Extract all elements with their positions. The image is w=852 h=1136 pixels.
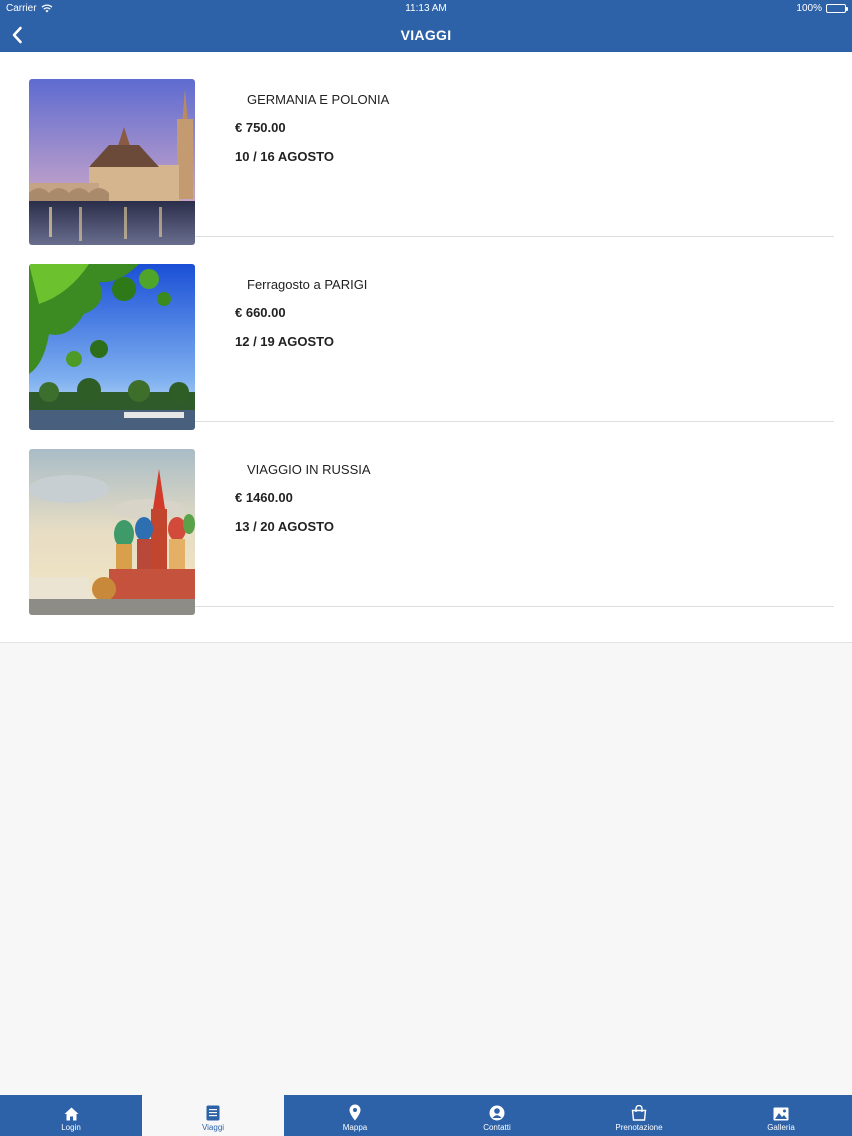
image-icon	[773, 1107, 789, 1121]
trip-image-parigi	[29, 264, 195, 430]
trip-item-germania[interactable]: GERMANIA E POLONIA € 750.00 10 / 16 AGOS…	[29, 52, 834, 245]
shopping-bag-icon	[631, 1105, 647, 1121]
top-bar: Carrier 11:13 AM 100% VIAGGI	[0, 0, 852, 52]
tab-contatti[interactable]: Contatti	[426, 1095, 568, 1136]
battery-icon	[826, 4, 848, 13]
trip-dates: 12 / 19 AGOSTO	[235, 334, 334, 349]
trip-price: € 750.00	[235, 120, 286, 135]
trip-item-russia[interactable]: VIAGGIO IN RUSSIA € 1460.00 13 / 20 AGOS…	[29, 422, 834, 615]
tab-bar: Login Viaggi Mappa Contatti Prenotazione…	[0, 1095, 852, 1136]
trip-image-russia	[29, 449, 195, 615]
trip-name: VIAGGIO IN RUSSIA	[247, 462, 371, 477]
battery-label: 100%	[796, 3, 822, 14]
tab-login[interactable]: Login	[0, 1095, 142, 1136]
status-time: 11:13 AM	[405, 3, 447, 14]
page-title: VIAGGI	[400, 27, 452, 43]
trip-name: Ferragosto a PARIGI	[247, 277, 368, 292]
map-pin-icon	[349, 1104, 361, 1121]
tab-label: Viaggi	[201, 1123, 225, 1132]
tab-label: Prenotazione	[615, 1123, 663, 1132]
navigation-bar: VIAGGI	[0, 18, 852, 52]
battery-indicator: 100%	[796, 3, 848, 14]
tab-label: Login	[61, 1123, 81, 1132]
trip-name: GERMANIA E POLONIA	[247, 92, 390, 107]
tab-label: Mappa	[342, 1123, 368, 1132]
trip-list: GERMANIA E POLONIA € 750.00 10 / 16 AGOS…	[0, 52, 852, 643]
contact-icon	[489, 1105, 505, 1121]
tab-prenotazione[interactable]: Prenotazione	[568, 1095, 710, 1136]
tab-label: Galleria	[767, 1123, 795, 1132]
list-icon	[206, 1105, 220, 1121]
home-icon	[64, 1107, 78, 1121]
status-bar: Carrier 11:13 AM 100%	[0, 0, 852, 16]
trip-dates: 10 / 16 AGOSTO	[235, 149, 334, 164]
trip-item-parigi[interactable]: Ferragosto a PARIGI € 660.00 12 / 19 AGO…	[29, 237, 834, 430]
trip-dates: 13 / 20 AGOSTO	[235, 519, 334, 534]
tab-label: Contatti	[483, 1123, 511, 1132]
trip-price: € 660.00	[235, 305, 286, 320]
trip-price: € 1460.00	[235, 490, 293, 505]
tab-galleria[interactable]: Galleria	[710, 1095, 852, 1136]
trip-image-germania	[29, 79, 195, 245]
tab-viaggi[interactable]: Viaggi	[142, 1095, 284, 1136]
tab-mappa[interactable]: Mappa	[284, 1095, 426, 1136]
